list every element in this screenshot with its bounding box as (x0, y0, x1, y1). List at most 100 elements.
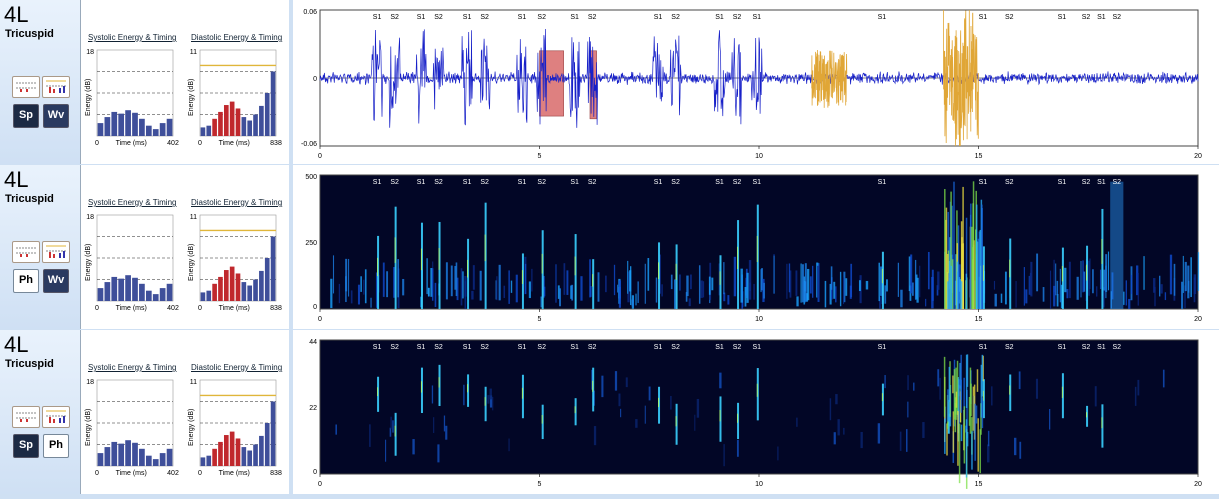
annotation-s1: S1 (518, 179, 527, 186)
systolic-energy-bar (97, 288, 104, 301)
y-tick-label: 22 (309, 405, 317, 412)
energy-x-label: Time (ms) (116, 305, 147, 312)
annotation-s2: S2 (1113, 14, 1122, 21)
energy-toggle-icon[interactable] (42, 406, 70, 428)
energy-x-label: Time (ms) (116, 470, 147, 477)
diastolic-energy-bar (206, 125, 212, 136)
overview-toggle-icon[interactable] (12, 76, 40, 98)
systolic-energy-bar (145, 290, 152, 301)
energy-y-max: 11 (190, 49, 197, 56)
diastolic-energy-bar (223, 435, 229, 466)
annotation-s1: S1 (753, 14, 762, 21)
view-sp-button[interactable]: Sp (13, 104, 39, 128)
diastolic-energy-bar (264, 93, 270, 136)
systolic-energy-bar (132, 112, 138, 136)
energy-toggle-icon[interactable] (42, 76, 70, 98)
y-tick-label: 0 (313, 469, 317, 476)
x-tick-label: 15 (975, 316, 983, 323)
annotation-s1: S1 (463, 344, 472, 351)
wavelet-panel[interactable]: 44 22 0 S1 S2 S1 S2 S1 S2 S1 S2 S1 S2 S1 S2 S1 S2 S1 S1 S1 S… (293, 330, 1219, 494)
annotation-s1: S1 (373, 179, 382, 186)
diastolic-energy-bar (212, 448, 217, 466)
view-ph-button[interactable]: Ph (13, 269, 39, 293)
annotation-s1: S1 (654, 14, 663, 21)
view-sp-button[interactable]: Sp (13, 434, 39, 458)
annotation-s2: S2 (671, 179, 680, 186)
diastolic-energy-bar (218, 441, 223, 466)
annotation-s2: S2 (588, 344, 597, 351)
energy-x-max: 402 (167, 140, 179, 147)
energy-x-origin: 0 (95, 470, 99, 477)
systolic-energy-bar (118, 278, 125, 301)
valve-label: Tricuspid (5, 28, 54, 40)
energy-x-max: 838 (270, 305, 282, 312)
energy-x-max: 402 (167, 305, 179, 312)
diastolic-energy-bar (241, 117, 247, 136)
annotation-s1: S1 (1097, 14, 1106, 21)
diastolic-energy-bar (235, 108, 241, 136)
waveform-plot[interactable]: 0.060-0.06S1 S2 S1 S2 S1 S2 S1 S2 S1 S2 S1 S2 S1 S2 S1… (293, 0, 1219, 164)
x-tick-label: 10 (755, 316, 763, 323)
view-wv-button[interactable]: Wv (43, 104, 69, 128)
spectrogram-panel[interactable]: 500 250 0 S1 S2 S1 S2 S1 S2 S1 S2 S1 S2 S1 S2 S1 S2 S1 S1 S… (293, 165, 1219, 329)
systolic-energy-bar (125, 440, 131, 466)
diastolic-energy-bar (229, 101, 235, 136)
annotation-s2: S2 (671, 344, 680, 351)
systolic-energy-bar (152, 129, 159, 136)
energy-y-max: 11 (190, 379, 197, 386)
view-wv-button[interactable]: Wv (43, 269, 69, 293)
diastolic-energy-bar (259, 270, 264, 301)
diastolic-energy-bar (241, 282, 247, 301)
valve-label: Tricuspid (5, 193, 54, 205)
annotation-s1: S1 (570, 344, 579, 351)
spectrogram-plot[interactable]: 500 250 0 S1 S2 S1 S2 S1 S2 S1 S2 S1 S2 S1 S2 S1 S2 S1 S1 S… (293, 165, 1219, 329)
annotation-s1: S1 (979, 179, 988, 186)
systolic-energy-bar (104, 447, 111, 466)
diastolic-energy-bar (223, 105, 229, 136)
energy-y-max: 18 (86, 214, 94, 221)
systolic-energy-bar (132, 277, 138, 301)
waveform-panel[interactable]: 0.06 0 -0.06 S1 S2 S1 S2 S1 S2 S1 S2 S1 S2 S1 S2 S1 S2 S1… (293, 0, 1219, 164)
overview-toggle-icon[interactable] (12, 241, 40, 263)
systolic-energy-bar (139, 118, 145, 136)
diastolic-energy-bar (200, 457, 206, 466)
view-ph-button[interactable]: Ph (43, 434, 69, 458)
annotation-s1: S1 (979, 344, 988, 351)
energy-y-label: Energy (dB) (85, 79, 92, 116)
annotation-s2: S2 (588, 179, 597, 186)
systolic-energy-bar (118, 113, 125, 136)
annotation-s1: S1 (753, 179, 762, 186)
location-panel: 4L Tricuspid Sp Ph (0, 330, 81, 494)
valve-label: Tricuspid (5, 358, 54, 370)
annotation-s2: S2 (537, 14, 546, 21)
annotation-s1: S1 (373, 344, 382, 351)
diastolic-energy-bar (247, 450, 253, 466)
annotation-s2: S2 (390, 179, 399, 186)
y-tick-label: -0.06 (301, 141, 317, 148)
systolic-energy-bar (159, 453, 166, 466)
energy-timing-panel: Systolic Energy & Timing 18 Energy (dB) 0 Ti… (81, 0, 289, 164)
x-tick-label: 20 (1194, 316, 1202, 323)
wavelet-plot[interactable]: 44 22 0 S1 S2 S1 S2 S1 S2 S1 S2 S1 S2 S1 S2 S1 S2 S1 S1 S1 S… (293, 330, 1219, 494)
annotation-s2: S2 (390, 14, 399, 21)
y-tick-label: 250 (305, 240, 317, 247)
annotation-s1: S1 (979, 14, 988, 21)
systolic-energy-bar (159, 123, 166, 136)
annotation-s2: S2 (1113, 344, 1122, 351)
systolic-energy-bar (118, 443, 125, 466)
location-panel: 4L Tricuspid Ph Wv (0, 165, 81, 329)
systolic-energy-bar (111, 441, 118, 466)
annotation-s1: S1 (878, 14, 887, 21)
overview-toggle-icon[interactable] (12, 406, 40, 428)
y-tick-label: 500 (305, 174, 317, 181)
diastolic-energy-bar (235, 438, 241, 466)
diastolic-energy-bar (247, 120, 253, 136)
annotation-s1: S1 (1058, 14, 1067, 21)
systolic-energy-bar (139, 448, 145, 466)
energy-toggle-icon[interactable] (42, 241, 70, 263)
annotation-s1: S1 (463, 14, 472, 21)
annotation-s2: S2 (1005, 179, 1014, 186)
energy-x-max: 402 (167, 470, 179, 477)
systolic-energy-title: Systolic Energy & Timing (88, 33, 177, 42)
diastolic-energy-bar (235, 273, 241, 301)
